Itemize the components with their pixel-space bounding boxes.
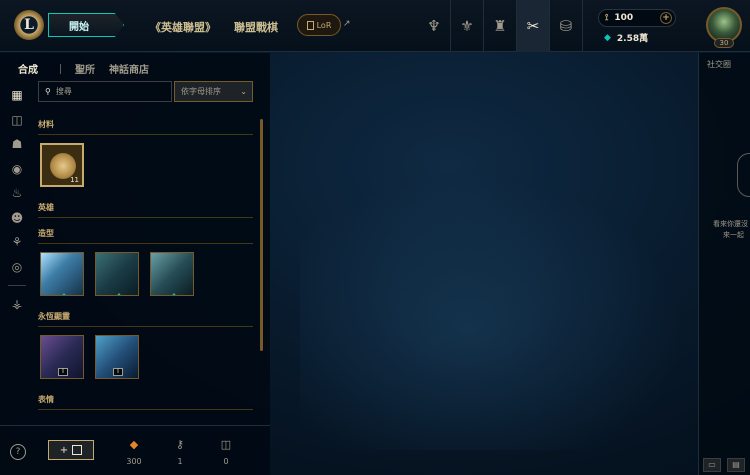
profile-circle-icon[interactable]: ◎ <box>8 255 26 280</box>
loot-panel: 合成 聖所 神話商店 ▦ ◫ ☗ ◉ ♨ ☻ ⚘ ◎ ⚶ ⚲ 依字母排序 ⌄ 材… <box>0 53 270 475</box>
item-count: 11 <box>70 176 79 184</box>
play-button[interactable]: 開始 <box>48 13 124 37</box>
riot-points-value: 2.58萬 <box>616 34 649 44</box>
shard-indicator-icon <box>59 293 69 295</box>
social-emblem-icon <box>737 153 750 197</box>
add-chest-button[interactable]: + <box>48 440 94 460</box>
blue-essence-value: 100 <box>614 13 634 23</box>
orange-essence-icon: ◆ <box>129 438 139 451</box>
item-badge: I <box>113 368 123 376</box>
shard-indicator-icon <box>114 293 124 295</box>
collection-icon[interactable]: ♜ <box>484 0 517 52</box>
skin-item[interactable] <box>95 252 139 296</box>
emote-icon[interactable]: ☻ <box>8 206 26 231</box>
chest-icon <box>72 445 83 455</box>
chest-icon: ◫ <box>220 438 232 451</box>
section-materials: 材料 <box>38 119 253 135</box>
sort-label: 依字母排序 <box>181 87 221 96</box>
helmet-icon[interactable]: ☗ <box>8 132 26 157</box>
home-icon[interactable]: ♆ <box>418 0 451 52</box>
orange-essence-stat: ◆ 300 <box>119 438 149 466</box>
league-logo-icon[interactable]: L <box>14 10 44 40</box>
material-item[interactable]: 11 <box>40 143 84 187</box>
main-nav-icons: ♆ ⚜ ♜ ✂ ⛁ <box>418 0 583 52</box>
tab-mythic-shop[interactable]: 神話商店 <box>109 61 149 76</box>
chevron-down-icon: ⌄ <box>240 87 247 96</box>
notifications-button[interactable]: ▤ <box>727 458 745 472</box>
scrollbar[interactable] <box>260 119 263 351</box>
social-panel: 社交圈 看來你還沒 來一起 ▭ ▤ <box>698 53 750 475</box>
skin-item[interactable] <box>150 252 194 296</box>
chest-stat: ◫ 0 <box>211 438 241 466</box>
level-badge: 30 <box>714 38 734 48</box>
tab-crafting[interactable]: 合成 <box>18 61 38 76</box>
tab-divider <box>60 63 61 74</box>
loot-tabs: 合成 聖所 神話商店 <box>18 61 149 76</box>
skin-item[interactable] <box>40 252 84 296</box>
item-badge: I <box>58 368 68 376</box>
category-filter: ▦ ◫ ☗ ◉ ♨ ☻ ⚘ ◎ ⚶ <box>8 83 26 317</box>
profile-icon[interactable]: ⚜ <box>451 0 484 52</box>
buy-currency-button[interactable]: + <box>660 12 672 24</box>
chest-value: 0 <box>223 457 229 466</box>
top-bar: L 開始 《英雄聯盟》 聯盟戰棋 LoR ↗ ♆ ⚜ ♜ ✂ ⛁ ⟟ 100 +… <box>0 0 750 52</box>
section-eternals: 永恆顯靈 <box>38 311 253 327</box>
blue-essence-balance: ⟟ 100 + <box>598 9 676 27</box>
section-skins: 造型 <box>38 228 253 244</box>
key-fragment-value: 1 <box>177 457 183 466</box>
client-window: L 開始 《英雄聯盟》 聯盟戰棋 LoR ↗ ♆ ⚜ ♜ ✂ ⛁ ⟟ 100 +… <box>0 0 750 475</box>
flame-icon[interactable]: ♨ <box>8 181 26 206</box>
help-button[interactable]: ? <box>10 444 26 460</box>
add-label: + <box>59 444 69 456</box>
section-emotes: 表情 <box>38 394 253 410</box>
key-fragment-stat: ⚷ 1 <box>165 438 195 466</box>
nav-tft[interactable]: 聯盟戰棋 <box>234 19 278 35</box>
shard-indicator-icon <box>169 293 179 295</box>
orange-essence-value: 300 <box>126 457 142 466</box>
blue-essence-icon: ⟟ <box>605 13 609 23</box>
divider <box>8 285 26 286</box>
tab-sanctum[interactable]: 聖所 <box>75 61 95 76</box>
eternal-item[interactable]: I <box>95 335 139 379</box>
loot-list: 材料 11 英雄 造型 永恆顯靈 I I 表情 <box>38 113 258 473</box>
tree-icon[interactable]: ⚘ <box>8 230 26 255</box>
riot-points-balance: ◆ 2.58萬 <box>604 31 649 45</box>
grid-icon[interactable]: ▦ <box>8 83 26 108</box>
lor-logo-icon <box>306 20 314 30</box>
social-text-line: 看來你還沒 <box>713 220 748 228</box>
search-box[interactable]: ⚲ <box>38 81 172 102</box>
chest-icon[interactable]: ◫ <box>8 108 26 133</box>
social-title: 社交圈 <box>707 60 731 69</box>
search-icon: ⚲ <box>45 87 51 96</box>
section-champions: 英雄 <box>38 202 253 218</box>
lor-label: LoR <box>316 20 332 30</box>
loot-icon[interactable]: ✂ <box>517 0 550 52</box>
mask-icon[interactable]: ◉ <box>8 157 26 182</box>
search-input[interactable] <box>55 87 166 96</box>
store-icon[interactable]: ⛁ <box>550 0 583 52</box>
sort-dropdown[interactable]: 依字母排序 ⌄ <box>174 81 253 102</box>
chat-button[interactable]: ▭ <box>703 458 721 472</box>
riot-points-icon: ◆ <box>604 32 611 43</box>
eternal-item[interactable]: I <box>40 335 84 379</box>
key-fragment-icon: ⚷ <box>175 438 185 451</box>
lor-button[interactable]: LoR <box>297 14 341 36</box>
loot-footer: ? + ◆ 300 ⚷ 1 ◫ 0 <box>0 425 270 475</box>
external-link-icon: ↗ <box>343 19 351 29</box>
social-empty-text: 看來你還沒 來一起 <box>713 219 750 241</box>
bow-icon[interactable]: ⚶ <box>8 292 26 317</box>
background-art <box>300 150 720 450</box>
nav-league-of-legends[interactable]: 《英雄聯盟》 <box>150 19 216 35</box>
social-text-line: 來一起 <box>723 231 744 239</box>
